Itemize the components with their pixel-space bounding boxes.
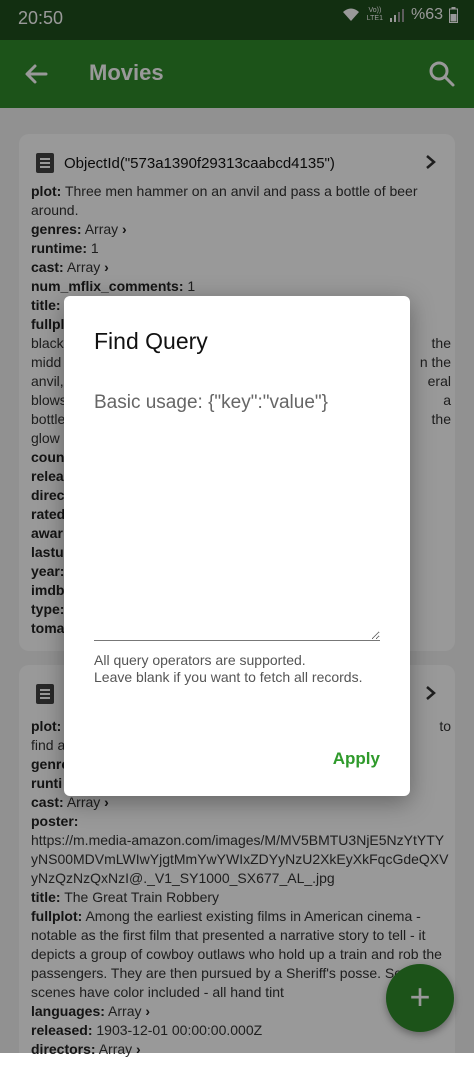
apply-button[interactable]: Apply	[331, 745, 382, 773]
dialog-help-text: All query operators are supported. Leave…	[94, 652, 363, 685]
dialog-title: Find Query	[94, 328, 208, 354]
find-query-dialog: Find Query All query operators are suppo…	[64, 296, 410, 796]
query-input[interactable]	[94, 392, 380, 641]
